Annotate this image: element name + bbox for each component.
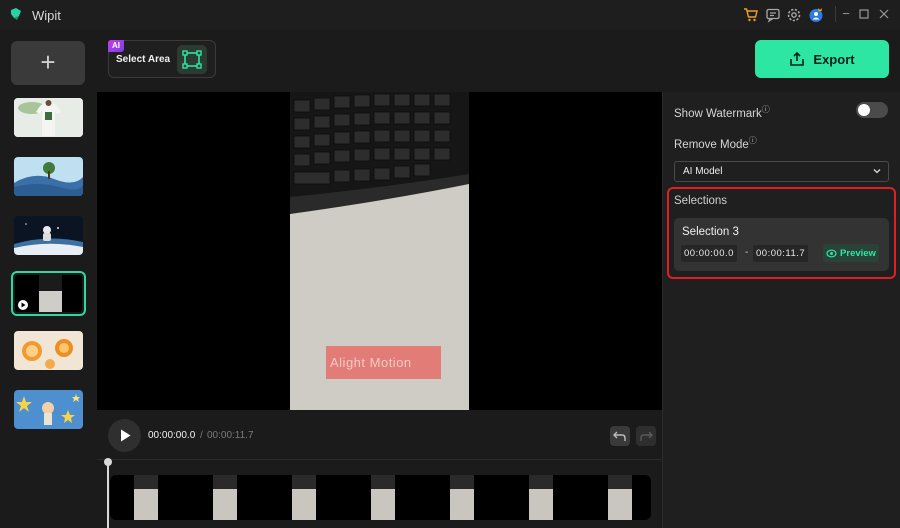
show-watermark-toggle[interactable]: [856, 102, 888, 118]
show-watermark-label: Show Watermarkⓘ: [674, 104, 770, 120]
current-time: 00:00:00.0: [148, 430, 196, 441]
playhead-handle[interactable]: [104, 458, 112, 466]
preview-label: Preview: [840, 247, 876, 259]
export-label: Export: [813, 51, 855, 67]
thumbnail-tshirt[interactable]: [14, 98, 83, 137]
thumbnail-stars[interactable]: [14, 390, 83, 429]
redo-icon: [640, 431, 653, 441]
cart-icon[interactable]: [743, 7, 759, 23]
preview-button[interactable]: Preview: [823, 244, 879, 262]
total-time: 00:00:11.7: [207, 430, 254, 441]
remove-mode-value: AI Model: [683, 166, 723, 177]
eye-icon: [826, 249, 837, 257]
timeline-divider: [97, 459, 662, 460]
wipit-logo-icon: [11, 8, 21, 20]
selection-start-time[interactable]: 00:00:00.0: [681, 245, 737, 262]
select-area-label: Select Area: [116, 54, 171, 65]
timeline-strip[interactable]: [110, 475, 651, 520]
close-icon[interactable]: [876, 6, 892, 22]
watermark-text: Alight Motion: [330, 355, 412, 370]
toggle-knob: [858, 104, 870, 116]
select-area-icon: [182, 50, 202, 69]
play-button[interactable]: [108, 419, 141, 452]
selection-name: Selection 3: [682, 226, 739, 238]
feedback-icon[interactable]: [765, 7, 781, 23]
remove-mode-text: Remove Mode: [674, 138, 749, 151]
user-avatar-icon[interactable]: [808, 7, 824, 23]
thumbnail-astronaut[interactable]: [14, 216, 83, 255]
selection-end-time[interactable]: 00:00:11.7: [753, 245, 809, 262]
select-area-button[interactable]: [177, 45, 207, 74]
settings-panel: [662, 92, 900, 528]
remove-mode-label: Remove Modeⓘ: [674, 135, 757, 151]
undo-button[interactable]: [610, 426, 630, 446]
playhead-line[interactable]: [107, 462, 109, 528]
selection-time-dash: -: [745, 247, 749, 258]
export-upload-icon: [790, 51, 805, 66]
remove-mode-select[interactable]: AI Model: [674, 161, 889, 182]
chevron-down-icon: [873, 169, 881, 174]
title-divider: [835, 6, 836, 22]
play-icon: [121, 429, 131, 442]
export-button[interactable]: Export: [755, 40, 889, 78]
thumbnail-landscape[interactable]: [14, 157, 83, 196]
undo-icon: [613, 431, 626, 441]
info-icon[interactable]: ⓘ: [749, 136, 757, 145]
minimize-icon[interactable]: −: [838, 6, 854, 22]
selections-heading: Selections: [674, 195, 728, 207]
ai-badge: AI: [108, 40, 124, 52]
app-title: Wipit: [32, 8, 61, 23]
time-separator: /: [200, 430, 203, 441]
thumbnail-video-keyboard[interactable]: [11, 271, 86, 316]
title-bar: Wipit −: [0, 0, 900, 30]
show-watermark-text: Show Watermark: [674, 107, 762, 120]
info-icon[interactable]: ⓘ: [762, 105, 770, 114]
add-media-button[interactable]: +: [11, 41, 85, 85]
maximize-icon[interactable]: [856, 6, 872, 22]
timeline-frames: [134, 475, 632, 520]
redo-button[interactable]: [636, 426, 656, 446]
settings-gear-icon[interactable]: [786, 7, 802, 23]
thumbnail-oranges[interactable]: [14, 331, 83, 370]
